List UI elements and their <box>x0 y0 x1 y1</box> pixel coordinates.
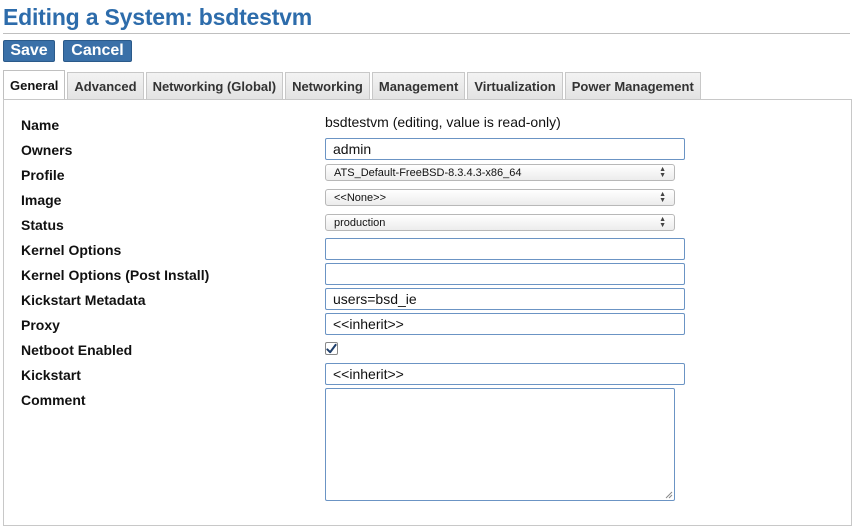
tab-advanced[interactable]: Advanced <box>67 72 144 100</box>
image-select-value: <<None>> <box>334 191 386 204</box>
kernel-options-field[interactable] <box>325 238 685 260</box>
status-label: Status <box>21 217 64 233</box>
kernel-options-post-label: Kernel Options (Post Install) <box>21 267 210 283</box>
profile-select[interactable]: ATS_Default-FreeBSD-8.3.4.3-x86_64 ▲ ▼ <box>325 164 675 181</box>
select-arrows-icon: ▲ ▼ <box>659 215 666 229</box>
status-select[interactable]: production ▲ ▼ <box>325 214 675 231</box>
select-arrows-icon: ▲ ▼ <box>659 165 666 179</box>
proxy-field[interactable]: <<inherit>> <box>325 313 685 335</box>
kickstart-field[interactable]: <<inherit>> <box>325 363 685 385</box>
tab-management[interactable]: Management <box>371 72 466 100</box>
name-label: Name <box>21 117 60 133</box>
kickstart-label: Kickstart <box>21 367 81 383</box>
kickstart-metadata-label: Kickstart Metadata <box>21 292 146 308</box>
resize-grip-icon[interactable] <box>665 491 673 499</box>
tab-networking[interactable]: Networking <box>285 72 370 100</box>
page-title: Editing a System: bsdtestvm <box>3 4 313 30</box>
tab-power-management[interactable]: Power Management <box>564 72 701 100</box>
tab-networking-global[interactable]: Networking (Global) <box>145 72 284 100</box>
netboot-enabled-label: Netboot Enabled <box>21 342 133 358</box>
kernel-options-label: Kernel Options <box>21 242 122 258</box>
comment-textarea[interactable] <box>325 388 675 501</box>
cancel-button[interactable]: Cancel <box>63 40 132 62</box>
save-button[interactable]: Save <box>3 40 55 62</box>
image-label: Image <box>21 192 62 208</box>
checkmark-icon <box>326 343 337 353</box>
tab-bar: General Advanced Networking (Global) Net… <box>3 70 703 100</box>
netboot-enabled-checkbox[interactable] <box>325 342 338 355</box>
tab-general[interactable]: General <box>3 70 66 100</box>
tab-virtualization[interactable]: Virtualization <box>467 72 563 100</box>
name-value: bsdtestvm (editing, value is read-only) <box>325 114 561 130</box>
proxy-label: Proxy <box>21 317 60 333</box>
select-arrows-icon: ▲ ▼ <box>659 190 666 204</box>
owners-field[interactable]: admin <box>325 138 685 160</box>
comment-label: Comment <box>21 392 86 408</box>
image-select[interactable]: <<None>> ▲ ▼ <box>325 189 675 206</box>
title-divider <box>3 33 850 34</box>
profile-label: Profile <box>21 167 65 183</box>
kickstart-metadata-field[interactable]: users=bsd_ie <box>325 288 685 310</box>
status-select-value: production <box>334 216 386 229</box>
profile-select-value: ATS_Default-FreeBSD-8.3.4.3-x86_64 <box>334 166 522 179</box>
kernel-options-post-field[interactable] <box>325 263 685 285</box>
owners-label: Owners <box>21 142 73 158</box>
